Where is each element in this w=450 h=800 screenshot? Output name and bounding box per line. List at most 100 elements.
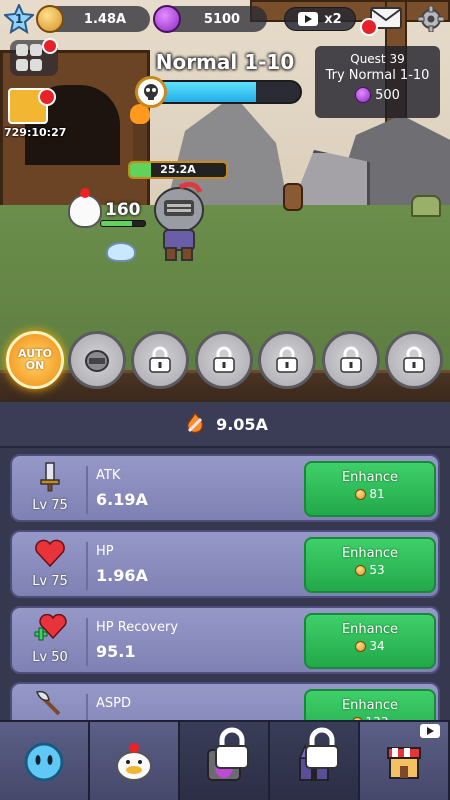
lock-icon bbox=[305, 727, 339, 769]
event-timer: 729:10:27 bbox=[4, 126, 67, 139]
axe-icon bbox=[35, 690, 61, 716]
enhance-cost-value: 81 bbox=[369, 487, 385, 501]
combat-power-icon bbox=[186, 411, 204, 434]
tab-slime[interactable] bbox=[0, 722, 90, 800]
combat-power-bar: 9.05A bbox=[0, 402, 450, 448]
upgrade-value: 95.1 bbox=[96, 642, 136, 661]
tab-shop[interactable] bbox=[360, 722, 450, 800]
upgrade-icon-wrap: Lv 75 bbox=[18, 460, 82, 520]
upgrade-icon-wrap: Lv 50 bbox=[18, 612, 82, 672]
coin-icon bbox=[355, 488, 367, 500]
skill-slot-1[interactable] bbox=[68, 331, 126, 389]
boss-button[interactable] bbox=[135, 76, 167, 108]
upgrade-level: Lv 50 bbox=[32, 650, 68, 665]
divider bbox=[86, 618, 88, 666]
upgrade-card-atk: Lv 75 ATK 6.19A Enhance 81 bbox=[10, 454, 440, 522]
upgrade-name: ATK bbox=[96, 468, 121, 483]
helmet-skill-icon bbox=[85, 350, 109, 372]
tab-castle-locked[interactable] bbox=[270, 722, 360, 800]
heart-plus-icon bbox=[34, 613, 67, 641]
gold-counter[interactable]: 1.48A bbox=[36, 5, 150, 33]
chicken-pet bbox=[68, 188, 102, 228]
player-level-badge[interactable]: 1 bbox=[2, 2, 36, 35]
upgrade-card-hp: Lv 75 HP 1.96A Enhance 53 bbox=[10, 530, 440, 598]
hero-hp-bar: 25.2A bbox=[128, 161, 228, 179]
lock-icon bbox=[213, 346, 235, 373]
upgrade-level: Lv 75 bbox=[32, 498, 68, 513]
enhance-label: Enhance bbox=[341, 622, 399, 637]
equipment-icon bbox=[30, 59, 42, 71]
damage-number: 160 bbox=[105, 200, 141, 220]
upgrade-value: 6.19A bbox=[96, 490, 148, 509]
heart-icon bbox=[35, 539, 65, 568]
tab-pet[interactable] bbox=[90, 722, 180, 800]
enhance-label: Enhance bbox=[341, 470, 399, 485]
ad-boost-multiplier: x2 bbox=[324, 11, 342, 27]
quest-reward: 500 bbox=[315, 87, 440, 103]
divider bbox=[86, 694, 88, 720]
event-notification-dot bbox=[38, 88, 56, 106]
enhance-cost: 53 bbox=[306, 563, 434, 577]
knight-hero bbox=[154, 182, 204, 261]
skill-slot-3-locked[interactable] bbox=[195, 331, 253, 389]
enhance-cost-value: 53 bbox=[369, 563, 385, 577]
lock-icon bbox=[215, 727, 249, 769]
upgrade-list[interactable]: Lv 75 ATK 6.19A Enhance 81 Lv 75 HP 1.96… bbox=[0, 448, 450, 720]
upgrade-card-hp-recovery: Lv 50 HP Recovery 95.1 Enhance 34 bbox=[10, 606, 440, 674]
enhance-hp-recovery-button[interactable]: Enhance 34 bbox=[304, 613, 436, 669]
skill-slot-6-locked[interactable] bbox=[385, 331, 443, 389]
enhance-label: Enhance bbox=[341, 698, 399, 713]
ad-boost-button[interactable]: x2 bbox=[284, 7, 356, 31]
gold-amount: 1.48A bbox=[83, 11, 127, 27]
tab-dungeon-locked[interactable] bbox=[180, 722, 270, 800]
chicken-icon bbox=[116, 743, 152, 781]
auto-skill-toggle[interactable]: AUTO ON bbox=[6, 331, 64, 389]
enemy-hp-bar bbox=[100, 220, 146, 227]
upgrade-level: Lv 75 bbox=[32, 574, 68, 589]
divider bbox=[86, 542, 88, 590]
slime-enemy bbox=[106, 242, 136, 262]
quest-reward-amount: 500 bbox=[375, 87, 400, 103]
quest-panel[interactable]: Quest 39 Try Normal 1-10 500 bbox=[315, 46, 440, 118]
hero-hp-value: 25.2A bbox=[160, 163, 196, 176]
upgrade-name: ASPD bbox=[96, 696, 131, 711]
shop-icon bbox=[387, 747, 421, 779]
settings-button[interactable] bbox=[417, 5, 445, 33]
game-scene: 1 1.48A 5100 x2 729:10:27 Normal 1-10 Qu… bbox=[0, 0, 450, 402]
lock-icon bbox=[340, 346, 362, 373]
gear-icon bbox=[417, 5, 445, 33]
enhance-hp-button[interactable]: Enhance 53 bbox=[304, 537, 436, 593]
boss-skull-icon bbox=[144, 84, 158, 100]
enhance-atk-button[interactable]: Enhance 81 bbox=[304, 461, 436, 517]
skill-slot-2-locked[interactable] bbox=[131, 331, 189, 389]
enhance-aspd-button[interactable]: Enhance 133 bbox=[304, 689, 436, 720]
lock-icon bbox=[149, 346, 171, 373]
coin-icon bbox=[355, 564, 367, 576]
upgrade-icon-wrap: Lv 75 bbox=[18, 536, 82, 596]
equipment-icon bbox=[30, 44, 42, 56]
combat-power-value: 9.05A bbox=[216, 414, 268, 434]
slime-icon bbox=[24, 742, 64, 782]
skill-slot-5-locked[interactable] bbox=[322, 331, 380, 389]
lock-icon bbox=[276, 346, 298, 373]
upgrade-icon-wrap bbox=[18, 688, 82, 720]
mail-notification-dot bbox=[360, 18, 378, 36]
coin-icon bbox=[355, 640, 367, 652]
video-ad-icon bbox=[298, 12, 319, 26]
player-level: 1 bbox=[14, 12, 24, 26]
stage-progress-bar bbox=[150, 80, 302, 104]
quest-title: Quest 39 bbox=[350, 52, 405, 66]
sword-icon bbox=[40, 462, 60, 492]
skill-slot-4-locked[interactable] bbox=[258, 331, 316, 389]
cactus bbox=[411, 195, 441, 217]
stage-title: Normal 1-10 bbox=[155, 50, 295, 74]
equipment-icon bbox=[16, 59, 28, 71]
equipment-icon bbox=[16, 44, 28, 56]
gem-icon bbox=[153, 5, 181, 33]
video-ad-icon bbox=[420, 724, 440, 738]
enhance-label: Enhance bbox=[341, 546, 399, 561]
upgrade-card-aspd: ASPD Enhance 133 bbox=[10, 682, 440, 720]
gem-counter[interactable]: 5100 bbox=[153, 5, 267, 33]
enhance-cost: 81 bbox=[306, 487, 434, 501]
enhance-cost: 34 bbox=[306, 639, 434, 653]
